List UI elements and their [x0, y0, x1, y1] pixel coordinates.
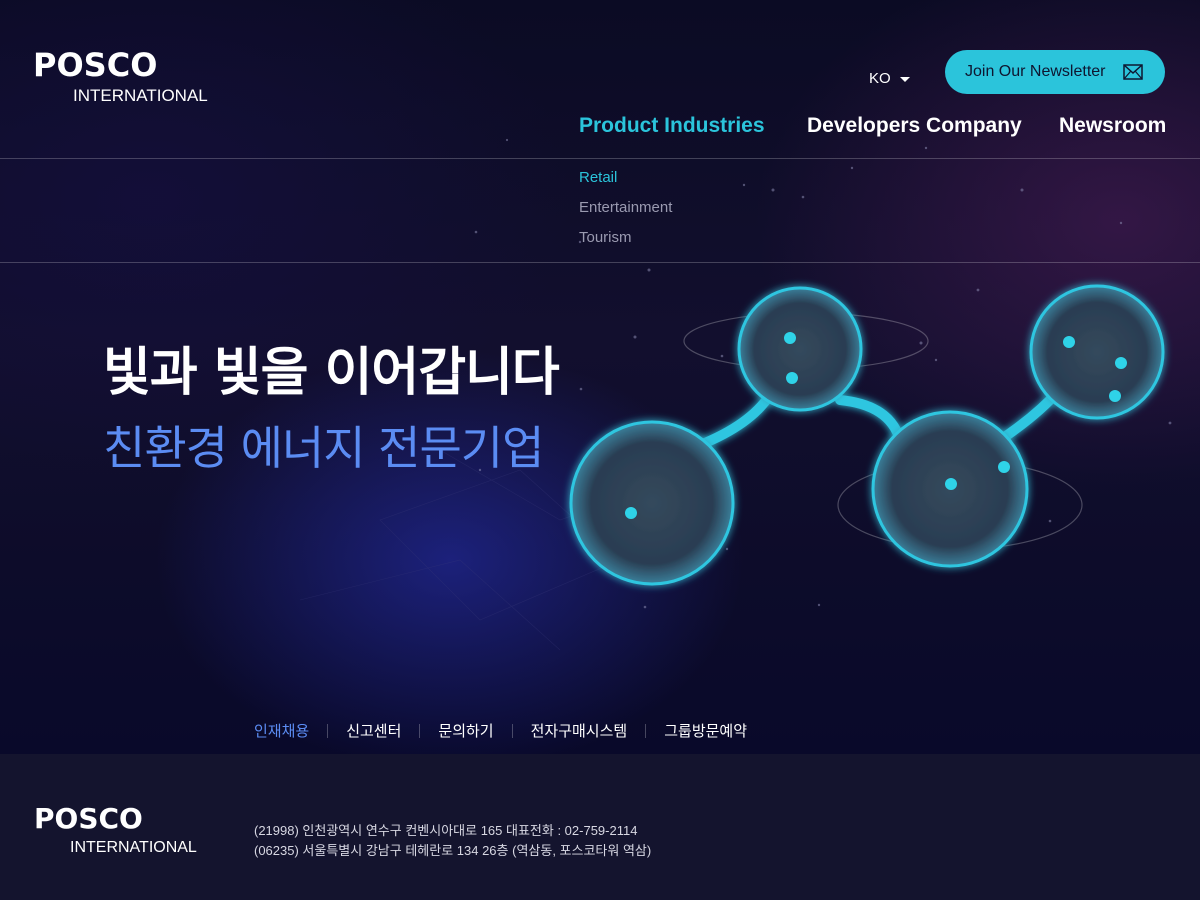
newsletter-label: Join Our Newsletter: [965, 63, 1106, 80]
footer-link-contact[interactable]: 문의하기: [438, 720, 493, 741]
language-label: KO: [869, 70, 891, 87]
submenu-item-tourism[interactable]: Tourism: [579, 229, 632, 246]
molecule-illustration: [569, 284, 1165, 586]
newsletter-button[interactable]: Join Our Newsletter: [945, 50, 1165, 94]
footer-logo[interactable]: POSCO INTERNATIONAL: [34, 804, 197, 858]
footer-link-separator: [511, 723, 513, 738]
brand-logo[interactable]: POSCO INTERNATIONAL: [33, 48, 223, 110]
footer-brand-name: POSCO: [34, 802, 143, 835]
footer-address-incheon: (21998) 인천광역시 연수구 컨벤시아대로 165 대표전화 : 02-7…: [254, 823, 638, 838]
brand-subname: INTERNATIONAL: [73, 86, 208, 105]
footer-link-separator: [645, 723, 647, 738]
nav-newsroom[interactable]: Newsroom: [1059, 114, 1166, 138]
footer-link-report-center[interactable]: 신고센터: [346, 720, 401, 741]
hero-headline: 빛과 빛을 이어갑니다: [103, 343, 560, 403]
nav-developers-company[interactable]: Developers Company: [807, 114, 1022, 138]
footer-link-e-procurement[interactable]: 전자구매시스템: [531, 720, 628, 741]
mail-icon: [1123, 64, 1143, 80]
caret-down-icon: [899, 76, 910, 82]
nav-product-industries[interactable]: Product Industries: [579, 114, 765, 138]
footer-link-separator: [327, 723, 329, 738]
footer-link-careers[interactable]: 인재채용: [254, 720, 309, 741]
footer-address-seoul: (06235) 서울특별시 강남구 테헤란로 134 26층 (역삼동, 포스코…: [254, 843, 652, 858]
language-selector[interactable]: KO: [869, 70, 910, 87]
hero-subheadline: 친환경 에너지 전문기업: [103, 421, 544, 475]
header-divider: [0, 158, 1200, 159]
submenu-divider: [0, 262, 1200, 263]
brand-name: POSCO: [33, 46, 158, 84]
footer-links: 인재채용 신고센터 문의하기 전자구매시스템 그룹방문예약: [254, 720, 747, 741]
footer-brand-subname: INTERNATIONAL: [70, 839, 197, 856]
footer-link-separator: [419, 723, 421, 738]
submenu-item-retail[interactable]: Retail: [579, 169, 617, 186]
footer-link-group-visit[interactable]: 그룹방문예약: [664, 720, 747, 741]
submenu-item-entertainment[interactable]: Entertainment: [579, 199, 672, 216]
